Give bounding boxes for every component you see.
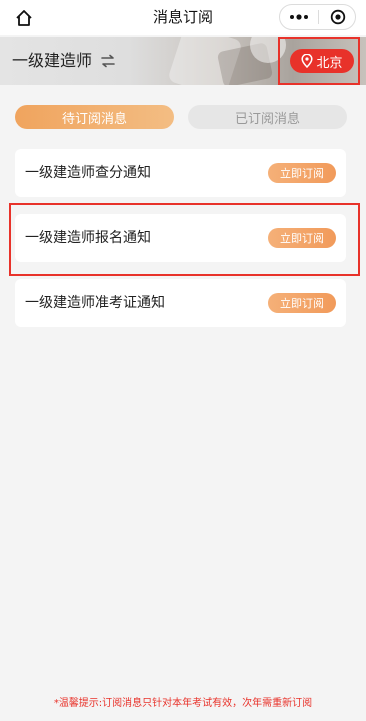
- top-navigation-bar: 消息订阅: [0, 0, 366, 35]
- more-dots-icon: [290, 14, 308, 20]
- tab-subscribed[interactable]: 已订阅消息: [188, 105, 347, 129]
- location-pin-icon: [301, 54, 314, 68]
- footer-tip: *温馨提示:订阅消息只针对本年考试有效，次年需重新订阅: [53, 698, 313, 709]
- notification-title: 一级建造师查分通知: [25, 165, 151, 181]
- tab-pending-subscriptions[interactable]: 待订阅消息: [15, 105, 174, 129]
- list-item: 一级建造师查分通知 立即订阅: [15, 149, 346, 197]
- city-selector-button[interactable]: 北京: [290, 49, 354, 73]
- swap-arrows-icon[interactable]: [100, 54, 116, 68]
- mini-program-capsule: [279, 4, 356, 30]
- exam-title: 一级建造师: [12, 51, 93, 70]
- exam-selector[interactable]: 一级建造师: [12, 37, 116, 85]
- item-highlight-frame: [9, 203, 360, 276]
- list-item: 一级建造师准考证通知 立即订阅: [15, 279, 346, 327]
- subscribe-button[interactable]: 立即订阅: [268, 293, 336, 313]
- subscribe-button[interactable]: 立即订阅: [268, 163, 336, 183]
- close-button[interactable]: [319, 5, 356, 29]
- city-highlight-frame: 北京: [278, 37, 360, 85]
- notification-title: 一级建造师准考证通知: [25, 295, 165, 311]
- more-button[interactable]: [280, 5, 318, 29]
- close-target-icon: [330, 9, 345, 25]
- city-label: 北京: [316, 55, 343, 71]
